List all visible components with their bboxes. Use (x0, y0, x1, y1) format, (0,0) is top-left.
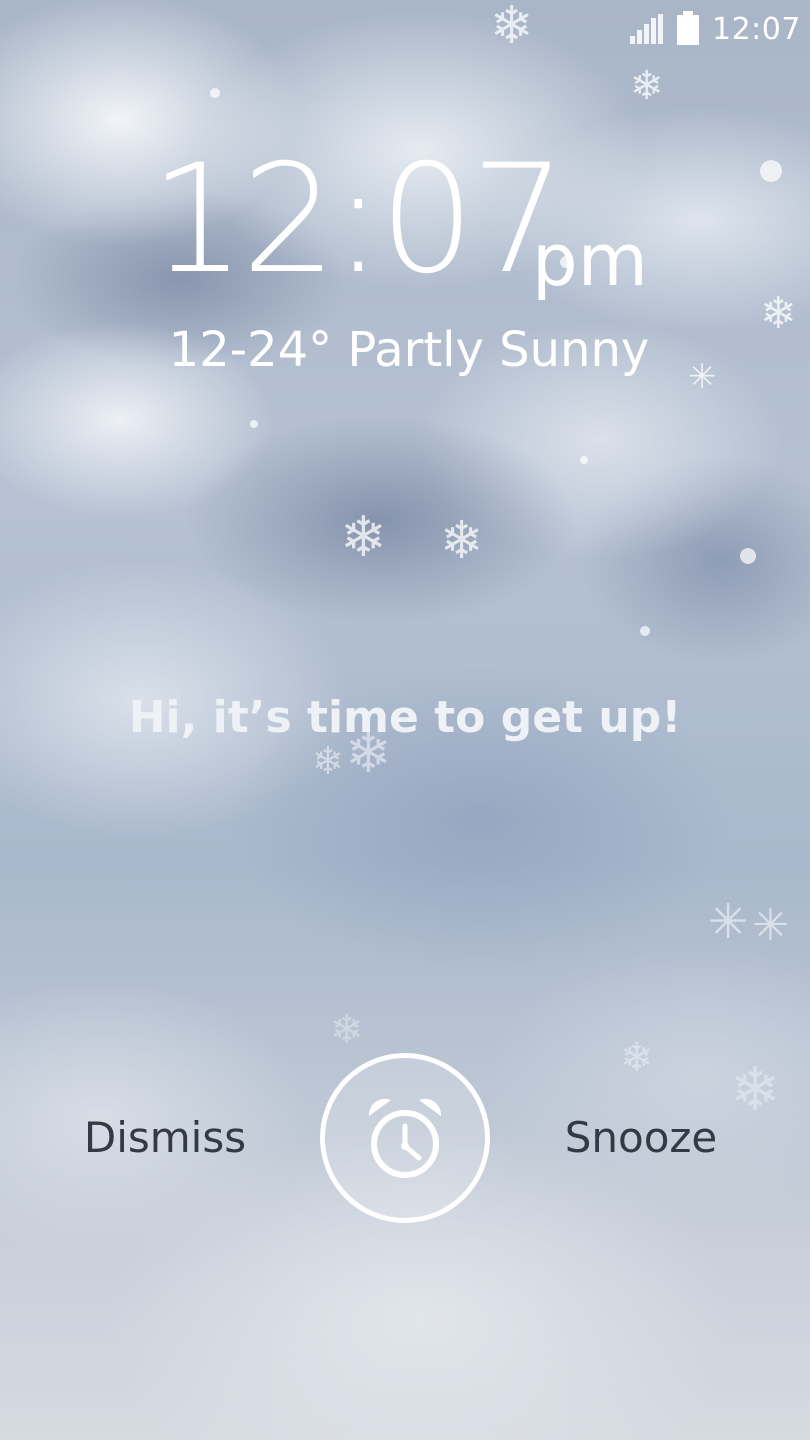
snowflake-decoration: ❄ (440, 511, 484, 571)
alarm-message: Hi, it’s time to get up! (128, 692, 682, 743)
snooze-button[interactable]: Snooze (536, 1106, 746, 1170)
dismiss-button[interactable]: Dismiss (60, 1106, 270, 1170)
snowflake-decoration: ✳ (708, 894, 749, 950)
lockscreen-clock: 12:07 pm (0, 130, 810, 310)
status-time: 12:07 (712, 12, 801, 47)
status-bar: 12:07 (0, 0, 810, 60)
clock-ampm: pm (532, 218, 648, 302)
snowflake-decoration: ❄ (340, 505, 387, 570)
snowflake-decoration: ❄ (630, 63, 664, 109)
weather-summary: 12-24° Partly Sunny (168, 322, 650, 378)
battery-icon (677, 11, 699, 45)
snowflake-decoration: ❄ (330, 1007, 364, 1053)
signal-icon (630, 14, 663, 44)
snowflake-decoration: ✳ (752, 900, 789, 951)
alarm-clock-icon (368, 1098, 442, 1178)
snow-dot (250, 420, 258, 428)
snow-dot (640, 626, 650, 636)
clock-time: 12:07 (150, 133, 566, 307)
snowflake-decoration: ❄ (620, 1035, 654, 1081)
alarm-swipe-handle[interactable] (320, 1053, 490, 1223)
snow-dot (580, 456, 588, 464)
snow-dot (210, 88, 220, 98)
snow-dot (740, 548, 756, 564)
